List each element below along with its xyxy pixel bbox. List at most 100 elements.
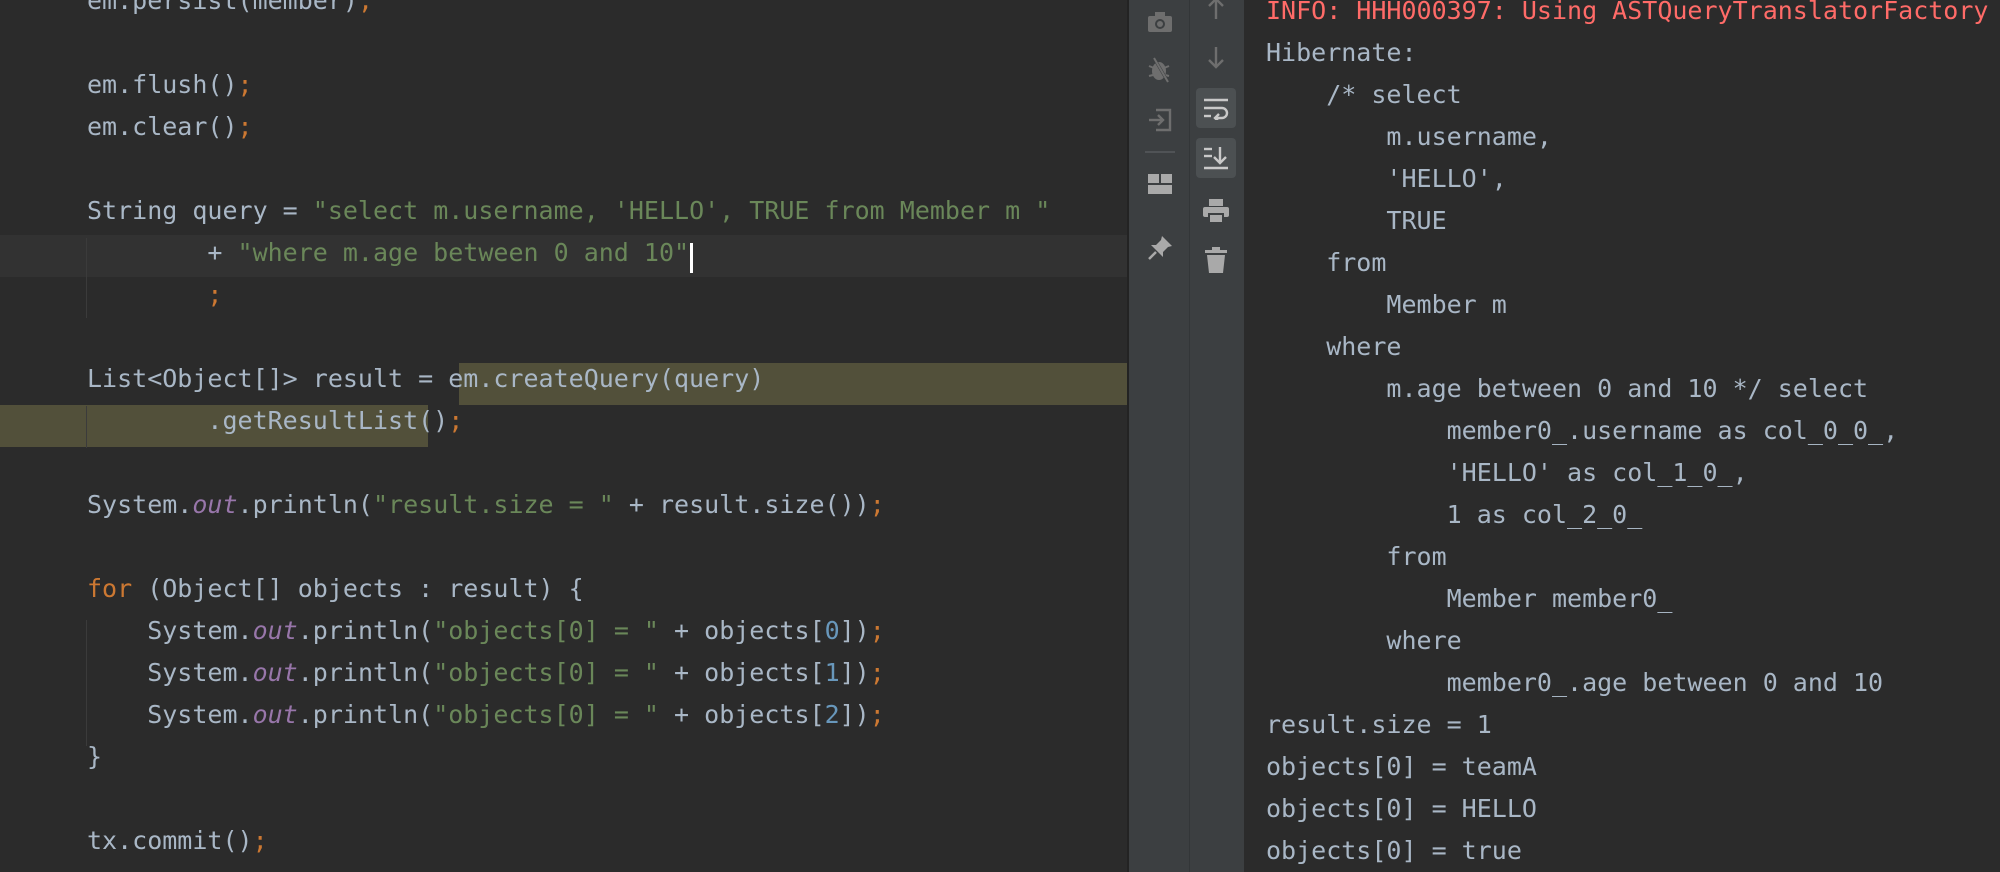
code-token: em.persist(member): [87, 0, 358, 15]
console-line: 1 as col_2_0_: [1266, 500, 1658, 529]
code-token: out: [252, 700, 298, 729]
console-line: from: [1266, 248, 1387, 277]
console-line: Member m: [1266, 290, 1522, 319]
console-line: where: [1266, 332, 1402, 361]
console-line: result.size = 1: [1266, 710, 1492, 739]
code-token: .println(: [297, 616, 434, 645]
code-token: (Object[] objects : result) {: [132, 574, 584, 603]
console-line: Hibernate:: [1266, 38, 1432, 67]
console-line: 'HELLO' as col_1_0_,: [1266, 458, 1748, 487]
code-token: .println(: [297, 658, 434, 687]
code-token: List<Object[]> result = em.createQuery(q…: [87, 364, 765, 393]
soft-wrap-icon[interactable]: [1196, 88, 1236, 128]
code-token: System.: [87, 658, 253, 687]
code-token: System.: [87, 616, 253, 645]
console-line: where: [1266, 626, 1462, 655]
print-icon[interactable]: [1196, 191, 1236, 231]
code-token: ;: [869, 616, 885, 645]
code-token: "result.size = ": [372, 490, 614, 519]
code-token: String query =: [87, 196, 313, 225]
code-token: ;: [237, 112, 253, 141]
code-token: em.flush(): [87, 70, 238, 99]
code-line: + "where m.age between 0 and 10": [87, 232, 689, 274]
code-token: + objects[: [658, 616, 825, 645]
camera-icon[interactable]: [1140, 2, 1180, 42]
code-token: out: [252, 658, 298, 687]
code-token: tx.commit(): [87, 826, 253, 855]
code-token: .getResultList(): [87, 406, 449, 435]
code-token: out: [252, 616, 298, 645]
console-line: INFO: HHH000397: Using ASTQueryTranslato…: [1266, 0, 1989, 25]
code-line: ;: [87, 274, 222, 316]
code-line: em.flush();: [87, 64, 253, 106]
console-line: m.username,: [1266, 122, 1552, 151]
console-line: from: [1266, 542, 1447, 571]
scroll-to-end-icon[interactable]: [1196, 138, 1236, 178]
code-token: ;: [869, 700, 885, 729]
code-token: ;: [252, 826, 268, 855]
code-line: .getResultList();: [87, 400, 463, 442]
code-token: System.: [87, 700, 253, 729]
code-line: System.out.println("objects[0] = " + obj…: [87, 610, 885, 652]
debug-icon[interactable]: [1140, 50, 1180, 90]
code-line: String query = "select m.username, 'HELL…: [87, 190, 1050, 232]
code-line: em.persist(member);: [87, 0, 373, 22]
pin-icon[interactable]: [1140, 228, 1180, 268]
console-line: objects[0] = true: [1266, 836, 1522, 865]
run-console[interactable]: INFO: HHH000397: Using ASTQueryTranslato…: [1244, 0, 2000, 872]
code-line: System.out.println("result.size = " + re…: [87, 484, 885, 526]
code-token: ;: [869, 490, 885, 519]
console-line: TRUE: [1266, 206, 1462, 235]
code-token: + objects[: [658, 700, 825, 729]
trash-icon[interactable]: [1196, 240, 1236, 280]
console-line: objects[0] = HELLO: [1266, 794, 1537, 823]
code-line: for (Object[] objects : result) {: [87, 568, 584, 610]
code-line: System.out.println("objects[0] = " + obj…: [87, 694, 885, 736]
code-line: List<Object[]> result = em.createQuery(q…: [87, 358, 764, 400]
layout-icon[interactable]: [1140, 164, 1180, 204]
run-toolbar-right: [1189, 0, 1245, 872]
code-token: System.: [87, 490, 193, 519]
ide-window: em.persist(member); em.flush(); em.clear()…: [0, 0, 2000, 872]
code-token: ;: [237, 70, 253, 99]
code-token: ]): [839, 700, 870, 729]
code-token: ]): [839, 616, 870, 645]
code-token: ]): [839, 658, 870, 687]
code-token: 0: [824, 616, 840, 645]
code-token: + result.size()): [613, 490, 870, 519]
code-line: }: [87, 736, 102, 778]
code-token: out: [192, 490, 238, 519]
code-token: .println(: [237, 490, 373, 519]
code-token: "where m.age between 0 and 10": [237, 238, 690, 267]
code-token: ;: [448, 406, 464, 435]
code-token: "select m.username, 'HELLO', TRUE from M…: [312, 196, 1051, 225]
console-line: objects[0] = teamA: [1266, 752, 1537, 781]
code-line: tx.commit();: [87, 820, 268, 862]
code-token: "objects[0] = ": [433, 658, 659, 687]
code-editor[interactable]: em.persist(member); em.flush(); em.clear()…: [0, 0, 1127, 872]
code-line: em.clear();: [87, 106, 253, 148]
arrow-up-icon[interactable]: [1196, 0, 1236, 28]
arrow-down-icon[interactable]: [1196, 38, 1236, 78]
code-line: System.out.println("objects[0] = " + obj…: [87, 652, 885, 694]
code-token: ;: [869, 658, 885, 687]
code-token: em.clear(): [87, 112, 238, 141]
code-token: +: [87, 238, 238, 267]
code-token: 2: [824, 700, 840, 729]
code-token: }: [87, 742, 103, 771]
console-line: member0_.username as col_0_0_,: [1266, 416, 1899, 445]
code-token: ;: [357, 0, 373, 15]
console-line: member0_.age between 0 and 10: [1266, 668, 1884, 697]
code-token: 1: [824, 658, 840, 687]
code-token: "objects[0] = ": [433, 700, 659, 729]
toolbar-separator: [1145, 151, 1175, 153]
code-token: ;: [207, 280, 223, 309]
code-token: + objects[: [658, 658, 825, 687]
login-icon[interactable]: [1140, 100, 1180, 140]
text-caret: [690, 243, 693, 273]
console-line: m.age between 0 and 10 */ select: [1266, 374, 1869, 403]
console-line: /* select: [1266, 80, 1462, 109]
code-token: for: [87, 574, 133, 603]
console-line: 'HELLO',: [1266, 164, 1507, 193]
